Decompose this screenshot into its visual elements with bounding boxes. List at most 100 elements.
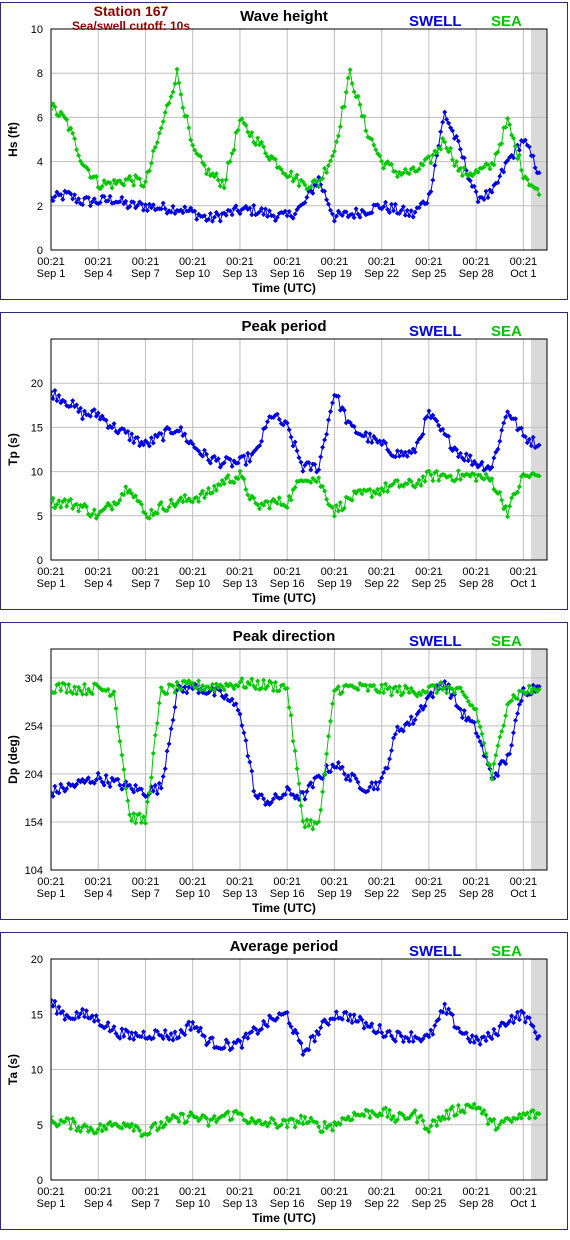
x-tick-date: Sep 1 (37, 888, 66, 900)
legend-swell: SWELL (409, 13, 462, 30)
x-tick-date: Sep 16 (270, 268, 305, 280)
x-tick-time: 00:21 (462, 876, 490, 888)
x-tick-date: Sep 4 (84, 888, 113, 900)
x-tick-date: Sep 10 (175, 578, 210, 590)
x-tick-time: 00:21 (179, 1186, 207, 1198)
x-tick-time: 00:21 (179, 566, 207, 578)
legend-sea: SEA (491, 13, 522, 30)
y-tick-label: 4 (37, 157, 43, 169)
x-tick-date: Sep 13 (223, 268, 258, 280)
x-tick-date: Sep 28 (459, 268, 494, 280)
x-tick-date: Sep 4 (84, 1198, 113, 1210)
chart-title: Average period (230, 938, 339, 955)
y-axis-title: Dp (deg) (6, 735, 20, 784)
average-period-chart: 0510152000:21Sep 100:21Sep 400:21Sep 700… (6, 938, 548, 1225)
x-tick-time: 00:21 (37, 256, 65, 268)
x-tick-date: Sep 25 (411, 578, 446, 590)
legend-sea: SEA (491, 633, 522, 650)
x-tick-date: Sep 7 (131, 578, 160, 590)
x-tick-time: 00:21 (368, 1186, 396, 1198)
wave-height-chart: 024681000:21Sep 100:21Sep 400:21Sep 700:… (6, 3, 548, 295)
x-tick-date: Sep 22 (364, 268, 399, 280)
x-tick-date: Sep 16 (270, 1198, 305, 1210)
legend-swell: SWELL (409, 323, 462, 340)
x-tick-date: Oct 1 (510, 268, 536, 280)
x-tick-time: 00:21 (462, 566, 490, 578)
x-tick-time: 00:21 (273, 256, 301, 268)
x-tick-time: 00:21 (37, 1186, 65, 1198)
x-tick-date: Sep 22 (364, 578, 399, 590)
sea-swell-cutoff: Sea/swell cutoff: 10s (72, 19, 190, 33)
x-tick-date: Sep 13 (223, 578, 258, 590)
chart-title: Peak direction (233, 628, 336, 645)
x-tick-time: 00:21 (226, 256, 254, 268)
plot-area (51, 649, 531, 870)
x-tick-time: 00:21 (84, 876, 112, 888)
y-tick-label: 154 (25, 817, 43, 829)
chart-title: Peak period (241, 318, 326, 335)
y-tick-label: 10 (31, 24, 43, 36)
x-tick-date: Sep 19 (317, 888, 352, 900)
x-tick-time: 00:21 (273, 1186, 301, 1198)
x-axis-title: Time (UTC) (252, 281, 316, 295)
x-tick-time: 00:21 (510, 566, 538, 578)
x-tick-time: 00:21 (462, 1186, 490, 1198)
y-tick-label: 204 (25, 769, 43, 781)
x-tick-time: 00:21 (179, 876, 207, 888)
y-axis-title: Hs (ft) (6, 122, 20, 157)
x-tick-time: 00:21 (510, 1186, 538, 1198)
x-tick-time: 00:21 (273, 566, 301, 578)
x-tick-date: Sep 25 (411, 1198, 446, 1210)
x-tick-date: Sep 19 (317, 1198, 352, 1210)
y-axis-title: Tp (s) (6, 433, 20, 466)
x-tick-time: 00:21 (510, 256, 538, 268)
x-tick-date: Sep 10 (175, 268, 210, 280)
peak-direction-chart: 10415420425430400:21Sep 100:21Sep 400:21… (6, 628, 548, 915)
x-tick-date: Sep 19 (317, 578, 352, 590)
plot-area (51, 339, 531, 560)
x-tick-date: Sep 7 (131, 268, 160, 280)
x-tick-time: 00:21 (321, 1186, 349, 1198)
x-axis-title: Time (UTC) (252, 591, 316, 605)
x-tick-date: Sep 28 (459, 1198, 494, 1210)
x-tick-time: 00:21 (37, 876, 65, 888)
y-axis-title: Ta (s) (6, 1054, 20, 1085)
y-tick-label: 20 (31, 954, 43, 966)
y-tick-label: 2 (37, 201, 43, 213)
x-axis-title: Time (UTC) (252, 1211, 316, 1225)
wave-height-panel: 0 2 4 6 8 10 00:21 Sep 1 00:21 Sep 4 00:21 Sep 7 00:… (0, 2, 568, 300)
x-tick-date: Sep 1 (37, 1198, 66, 1210)
x-tick-date: Sep 28 (459, 888, 494, 900)
x-tick-date: Sep 4 (84, 268, 113, 280)
x-tick-time: 00:21 (179, 256, 207, 268)
y-tick-label: 5 (37, 511, 43, 523)
y-tick-label: 254 (25, 721, 43, 733)
x-tick-date: Sep 10 (175, 888, 210, 900)
x-tick-time: 00:21 (132, 1186, 160, 1198)
x-tick-date: Sep 19 (317, 268, 352, 280)
y-tick-label: 15 (31, 1009, 43, 1021)
x-tick-time: 00:21 (321, 566, 349, 578)
x-tick-date: Sep 1 (37, 268, 66, 280)
x-tick-time: 00:21 (510, 876, 538, 888)
x-tick-date: Sep 4 (84, 578, 113, 590)
y-tick-label: 6 (37, 112, 43, 124)
x-tick-time: 00:21 (415, 566, 443, 578)
x-tick-time: 00:21 (368, 876, 396, 888)
x-tick-date: Sep 7 (131, 888, 160, 900)
peak-period-chart: 0510152000:21Sep 100:21Sep 400:21Sep 700… (6, 318, 548, 605)
station-name: Station 167 (94, 3, 169, 19)
y-tick-label: 8 (37, 68, 43, 80)
x-tick-date: Sep 28 (459, 578, 494, 590)
x-tick-date: Sep 16 (270, 888, 305, 900)
y-tick-label: 15 (31, 422, 43, 434)
peak-direction-panel: 104 154 204 254 304 00:21 Sep 1 00:21 Sep 4 00:21… (0, 622, 568, 920)
x-tick-time: 00:21 (415, 876, 443, 888)
x-tick-date: Sep 13 (223, 888, 258, 900)
x-tick-time: 00:21 (273, 876, 301, 888)
x-tick-date: Oct 1 (510, 1198, 536, 1210)
x-tick-time: 00:21 (415, 256, 443, 268)
x-tick-date: Sep 7 (131, 1198, 160, 1210)
y-tick-label: 304 (25, 673, 43, 685)
x-tick-date: Sep 25 (411, 268, 446, 280)
